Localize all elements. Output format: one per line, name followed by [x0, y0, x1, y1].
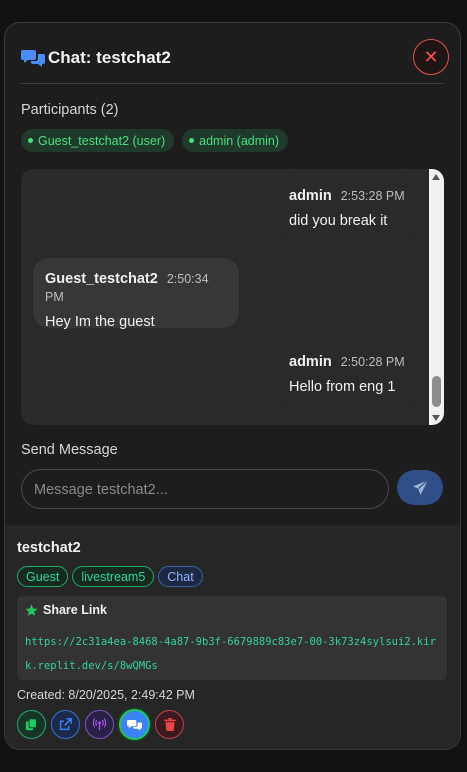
share-link-heading: Share Link: [25, 603, 107, 617]
chat-bubbles-icon: [21, 50, 45, 67]
message-time: 2:53:28 PM: [340, 189, 405, 203]
participants-label: Participants (2): [21, 102, 119, 118]
chat-icon: [127, 719, 142, 731]
share-link-title: Share Link: [43, 603, 107, 617]
session-card: testchat2 Guest livestream5 Chat Share L…: [5, 525, 460, 749]
participant-chip: admin (admin): [182, 129, 289, 152]
action-bar: [17, 709, 184, 740]
close-icon: ✕: [423, 46, 439, 67]
message-list[interactable]: admin 2:53:28 PM did you break it Guest_t…: [21, 169, 444, 425]
message-sender: admin: [289, 354, 332, 370]
message-sender: admin: [289, 188, 332, 204]
message-text: Hey Im the guest: [45, 314, 155, 330]
scrollbar[interactable]: [429, 169, 444, 425]
broadcast-button[interactable]: [85, 710, 114, 739]
message-input[interactable]: Message testchat2...: [21, 469, 389, 509]
share-link-box: Share Link https://2c31a4ea-8468-4a87-9b…: [17, 596, 447, 680]
scroll-thumb[interactable]: [432, 376, 441, 407]
tag-badge: Guest: [17, 566, 69, 587]
tag-badge: Chat: [158, 566, 203, 587]
send-message-label: Send Message: [21, 442, 118, 458]
chat-button[interactable]: [119, 709, 150, 740]
message-time: 2:50:28 PM: [340, 355, 405, 369]
scroll-up-arrow-icon[interactable]: [432, 174, 440, 180]
star-icon: [25, 604, 38, 616]
participant-label: admin (admin): [199, 133, 280, 148]
message-item: admin 2:50:28 PM Hello from eng 1: [277, 341, 417, 407]
send-button[interactable]: [397, 470, 443, 505]
participant-chip: Guest_testchat2 (user): [21, 129, 175, 152]
online-dot-icon: [189, 138, 195, 143]
tag-list: Guest livestream5 Chat: [17, 566, 203, 587]
delete-button[interactable]: [155, 710, 184, 739]
send-icon: [412, 479, 428, 495]
trash-icon: [163, 718, 176, 731]
chat-title: Chat: testchat2: [48, 48, 171, 67]
external-link-icon: [59, 718, 72, 731]
message-text: Hello from eng 1: [289, 379, 396, 395]
room-name: testchat2: [17, 540, 81, 556]
message-sender: Guest_testchat2: [45, 271, 158, 287]
open-link-button[interactable]: [51, 710, 80, 739]
message-text: did you break it: [289, 213, 388, 229]
scroll-down-arrow-icon[interactable]: [432, 415, 440, 421]
message-item: admin 2:53:28 PM did you break it: [277, 175, 417, 241]
close-button[interactable]: ✕: [413, 39, 449, 75]
participants-list: Guest_testchat2 (user) admin (admin): [21, 129, 289, 152]
copy-icon: [25, 718, 37, 731]
message-item: Guest_testchat2 2:50:34 PM Hey Im the gue…: [33, 258, 239, 330]
chat-panel: Chat: testchat2 ✕ Participants (2) Guest…: [4, 22, 461, 750]
copy-button[interactable]: [17, 710, 46, 739]
broadcast-icon: [92, 718, 107, 731]
share-url[interactable]: https://2c31a4ea-8468-4a87-9b3f-6679889c…: [25, 630, 443, 678]
online-dot-icon: [28, 138, 33, 143]
chat-header: Chat: testchat2 ✕: [21, 23, 449, 84]
tag-badge: livestream5: [72, 566, 155, 587]
created-timestamp: Created: 8/20/2025, 2:49:42 PM: [17, 688, 195, 702]
participant-label: Guest_testchat2 (user): [38, 133, 166, 148]
